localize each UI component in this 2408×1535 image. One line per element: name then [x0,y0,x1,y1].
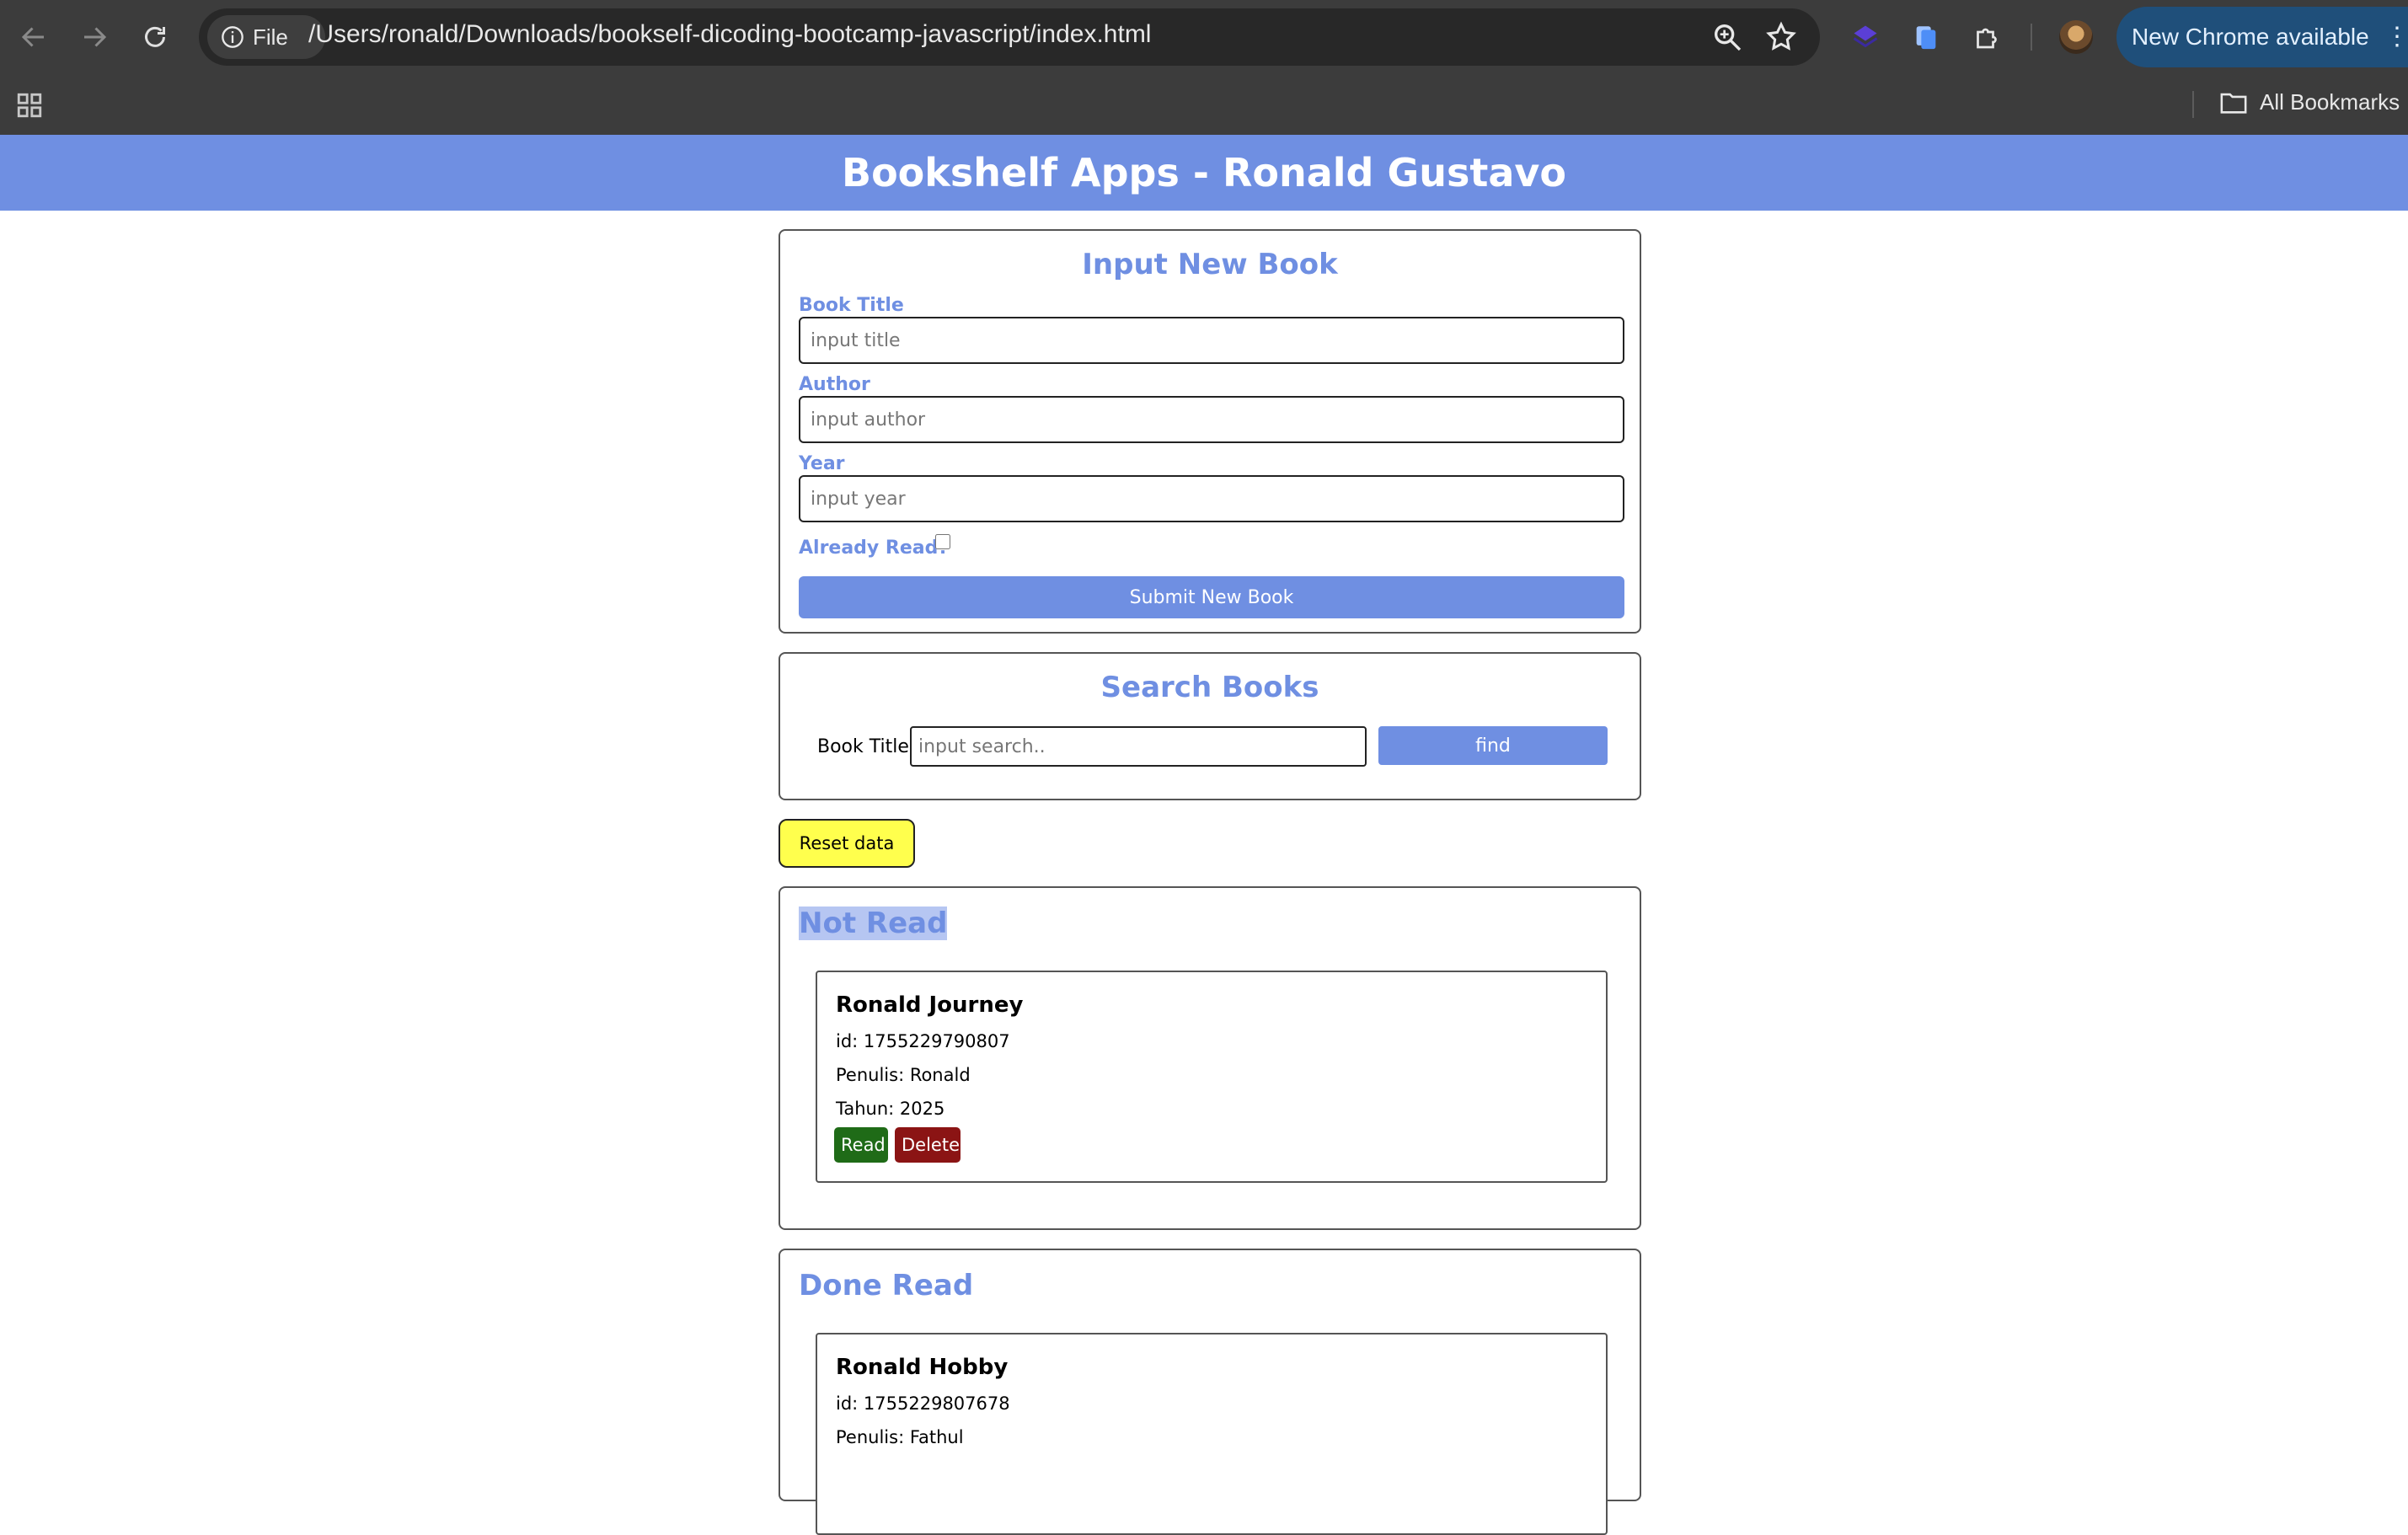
app-header: Bookshelf Apps - Ronald Gustavo [0,135,2408,211]
input-book-heading: Input New Book [1082,248,1338,281]
browser-toolbar: File /Users/ronald/Downloads/bookself-di… [0,0,2408,74]
find-button[interactable]: find [1378,726,1608,765]
book-item: Ronald Hobby id: 1755229807678 Penulis: … [816,1333,1608,1535]
book-item-title: Ronald Hobby [836,1355,1009,1380]
book-item: Ronald Journey id: 1755229790807 Penulis… [816,971,1608,1183]
update-chrome-button[interactable]: New Chrome available ⋮ [2116,7,2408,67]
year-label: Year [799,453,845,474]
all-bookmarks-button[interactable]: All Bookmarks [2219,89,2400,115]
extension-layers-icon[interactable] [1847,19,1884,56]
mark-read-button[interactable]: Read [834,1127,888,1163]
book-item-id: id: 1755229790807 [836,1031,1010,1051]
submit-book-button[interactable]: Submit New Book [799,576,1624,618]
bookmark-star-icon[interactable] [1764,20,1798,54]
book-item-year: Tahun: 2025 [836,1099,945,1119]
apps-grid-icon[interactable] [15,91,44,120]
already-read-label: Already Read? [799,538,950,559]
site-info-chip[interactable]: File [207,15,325,59]
reset-data-button[interactable]: Reset data [779,819,915,868]
extensions-puzzle-icon[interactable] [1968,19,2005,56]
search-book-title-label: Book Title [817,736,909,757]
book-item-author: Penulis: Fathul [836,1427,964,1447]
forward-button[interactable] [76,19,113,56]
profile-avatar[interactable] [2059,20,2093,54]
done-read-heading: Done Read [799,1269,974,1302]
bookmarks-divider [2192,91,2194,118]
reload-button[interactable] [136,19,174,56]
page-content: Bookshelf Apps - Ronald Gustavo Input Ne… [0,135,2408,1535]
all-bookmarks-label: All Bookmarks [2260,89,2400,115]
year-input[interactable] [799,475,1624,522]
address-bar[interactable]: File /Users/ronald/Downloads/bookself-di… [199,8,1820,66]
toolbar-divider [2031,24,2032,51]
book-item-author: Penulis: Ronald [836,1065,971,1085]
search-books-heading: Search Books [1100,671,1319,704]
back-button[interactable] [15,19,52,56]
info-icon [222,26,243,48]
delete-book-button[interactable]: Delete [895,1127,961,1163]
zoom-icon[interactable] [1710,20,1744,54]
search-input[interactable] [910,726,1367,767]
extension-document-icon[interactable] [1908,19,1945,56]
not-read-heading: Not Read [799,907,948,940]
folder-icon [2220,93,2247,114]
app-title: Bookshelf Apps - Ronald Gustavo [842,150,1566,195]
back-arrow-icon [21,27,44,47]
more-menu-icon[interactable]: ⋮ [2384,22,2408,52]
book-title-input[interactable] [799,317,1624,364]
author-input[interactable] [799,396,1624,443]
search-books-card: Search Books Book Title find [779,652,1641,800]
bookmarks-bar: All Bookmarks [0,81,2408,128]
book-item-id: id: 1755229807678 [836,1393,1010,1414]
done-read-shelf: Done Read Ronald Hobby id: 1755229807678… [779,1249,1641,1535]
forward-arrow-icon [84,27,107,47]
input-book-card: Input New Book Book Title Author Year Al… [779,229,1641,634]
already-read-checkbox[interactable] [935,534,950,549]
site-chip-label: File [253,24,288,50]
book-title-label: Book Title [799,295,904,316]
reload-icon [145,26,165,47]
not-read-shelf: Not Read Ronald Journey id: 175522979080… [779,886,1641,1230]
author-label: Author [799,374,870,395]
book-item-title: Ronald Journey [836,992,1024,1018]
url-text[interactable]: /Users/ronald/Downloads/bookself-dicodin… [308,20,1151,49]
browser-chrome: File /Users/ronald/Downloads/bookself-di… [0,0,2408,135]
update-chrome-label: New Chrome available [2132,24,2369,50]
